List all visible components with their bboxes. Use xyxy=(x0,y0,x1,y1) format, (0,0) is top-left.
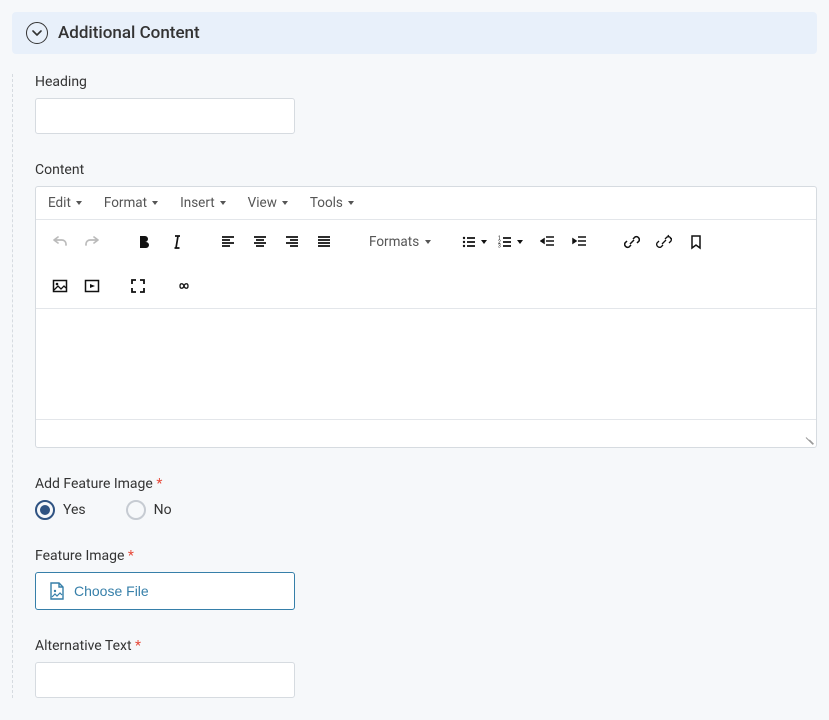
alt-text-group: Alternative Text * xyxy=(35,638,817,698)
numbered-list-button[interactable]: 123 xyxy=(497,228,523,256)
feature-image-label: Feature Image * xyxy=(35,548,817,564)
alt-text-label: Alternative Text * xyxy=(35,638,817,654)
menu-format[interactable]: Format xyxy=(104,195,158,211)
form-body: Heading Content Edit Format Insert View … xyxy=(12,74,817,698)
radio-group: Yes No xyxy=(35,500,817,520)
content-label: Content xyxy=(35,162,817,178)
caret-icon xyxy=(481,240,487,244)
editor-menubar: Edit Format Insert View Tools xyxy=(36,187,816,220)
editor-footer xyxy=(36,419,816,447)
caret-icon xyxy=(152,201,158,205)
fullscreen-button[interactable] xyxy=(123,272,153,300)
menu-edit[interactable]: Edit xyxy=(48,195,82,211)
align-left-button[interactable] xyxy=(213,228,243,256)
editor-content-area[interactable] xyxy=(36,309,816,419)
content-group: Content Edit Format Insert View Tools xyxy=(35,162,817,448)
rich-text-editor: Edit Format Insert View Tools xyxy=(35,186,817,448)
file-image-icon xyxy=(48,582,66,600)
heading-input[interactable] xyxy=(35,98,295,134)
align-right-button[interactable] xyxy=(277,228,307,256)
align-center-button[interactable] xyxy=(245,228,275,256)
panel-header[interactable]: Additional Content xyxy=(12,12,817,54)
caret-icon xyxy=(517,240,523,244)
feature-image-toggle-label: Add Feature Image * xyxy=(35,476,817,492)
align-justify-button[interactable] xyxy=(309,228,339,256)
caret-icon xyxy=(220,201,226,205)
menu-insert[interactable]: Insert xyxy=(180,195,226,211)
radio-unselected-icon xyxy=(126,500,146,520)
link-button[interactable] xyxy=(617,228,647,256)
heading-group: Heading xyxy=(35,74,817,134)
caret-icon xyxy=(425,240,431,244)
caret-icon xyxy=(282,201,288,205)
choose-file-button[interactable]: Choose File xyxy=(35,572,295,610)
redo-button[interactable] xyxy=(77,228,107,256)
svg-text:3: 3 xyxy=(498,244,501,250)
formats-dropdown[interactable]: Formats xyxy=(361,228,439,256)
radio-no[interactable]: No xyxy=(126,500,172,520)
feature-image-group: Feature Image * Choose File xyxy=(35,548,817,610)
indent-button[interactable] xyxy=(565,228,595,256)
heading-label: Heading xyxy=(35,74,817,90)
bookmark-button[interactable] xyxy=(681,228,711,256)
menu-view[interactable]: View xyxy=(248,195,288,211)
radio-selected-icon xyxy=(35,500,55,520)
bold-button[interactable] xyxy=(129,228,159,256)
radio-yes[interactable]: Yes xyxy=(35,500,86,520)
outdent-button[interactable] xyxy=(533,228,563,256)
feature-image-toggle-group: Add Feature Image * Yes No xyxy=(35,476,817,520)
infinity-button[interactable] xyxy=(169,272,199,300)
chevron-down-icon xyxy=(26,22,48,44)
caret-icon xyxy=(348,201,354,205)
media-button[interactable] xyxy=(77,272,107,300)
alt-text-input[interactable] xyxy=(35,662,295,698)
unlink-button[interactable] xyxy=(649,228,679,256)
menu-tools[interactable]: Tools xyxy=(310,195,354,211)
bullet-list-button[interactable] xyxy=(461,228,487,256)
image-button[interactable] xyxy=(45,272,75,300)
undo-button[interactable] xyxy=(45,228,75,256)
caret-icon xyxy=(76,201,82,205)
italic-button[interactable] xyxy=(161,228,191,256)
resize-handle[interactable] xyxy=(800,431,814,445)
panel-title: Additional Content xyxy=(58,23,200,43)
editor-toolbar: Formats 123 xyxy=(36,220,816,309)
